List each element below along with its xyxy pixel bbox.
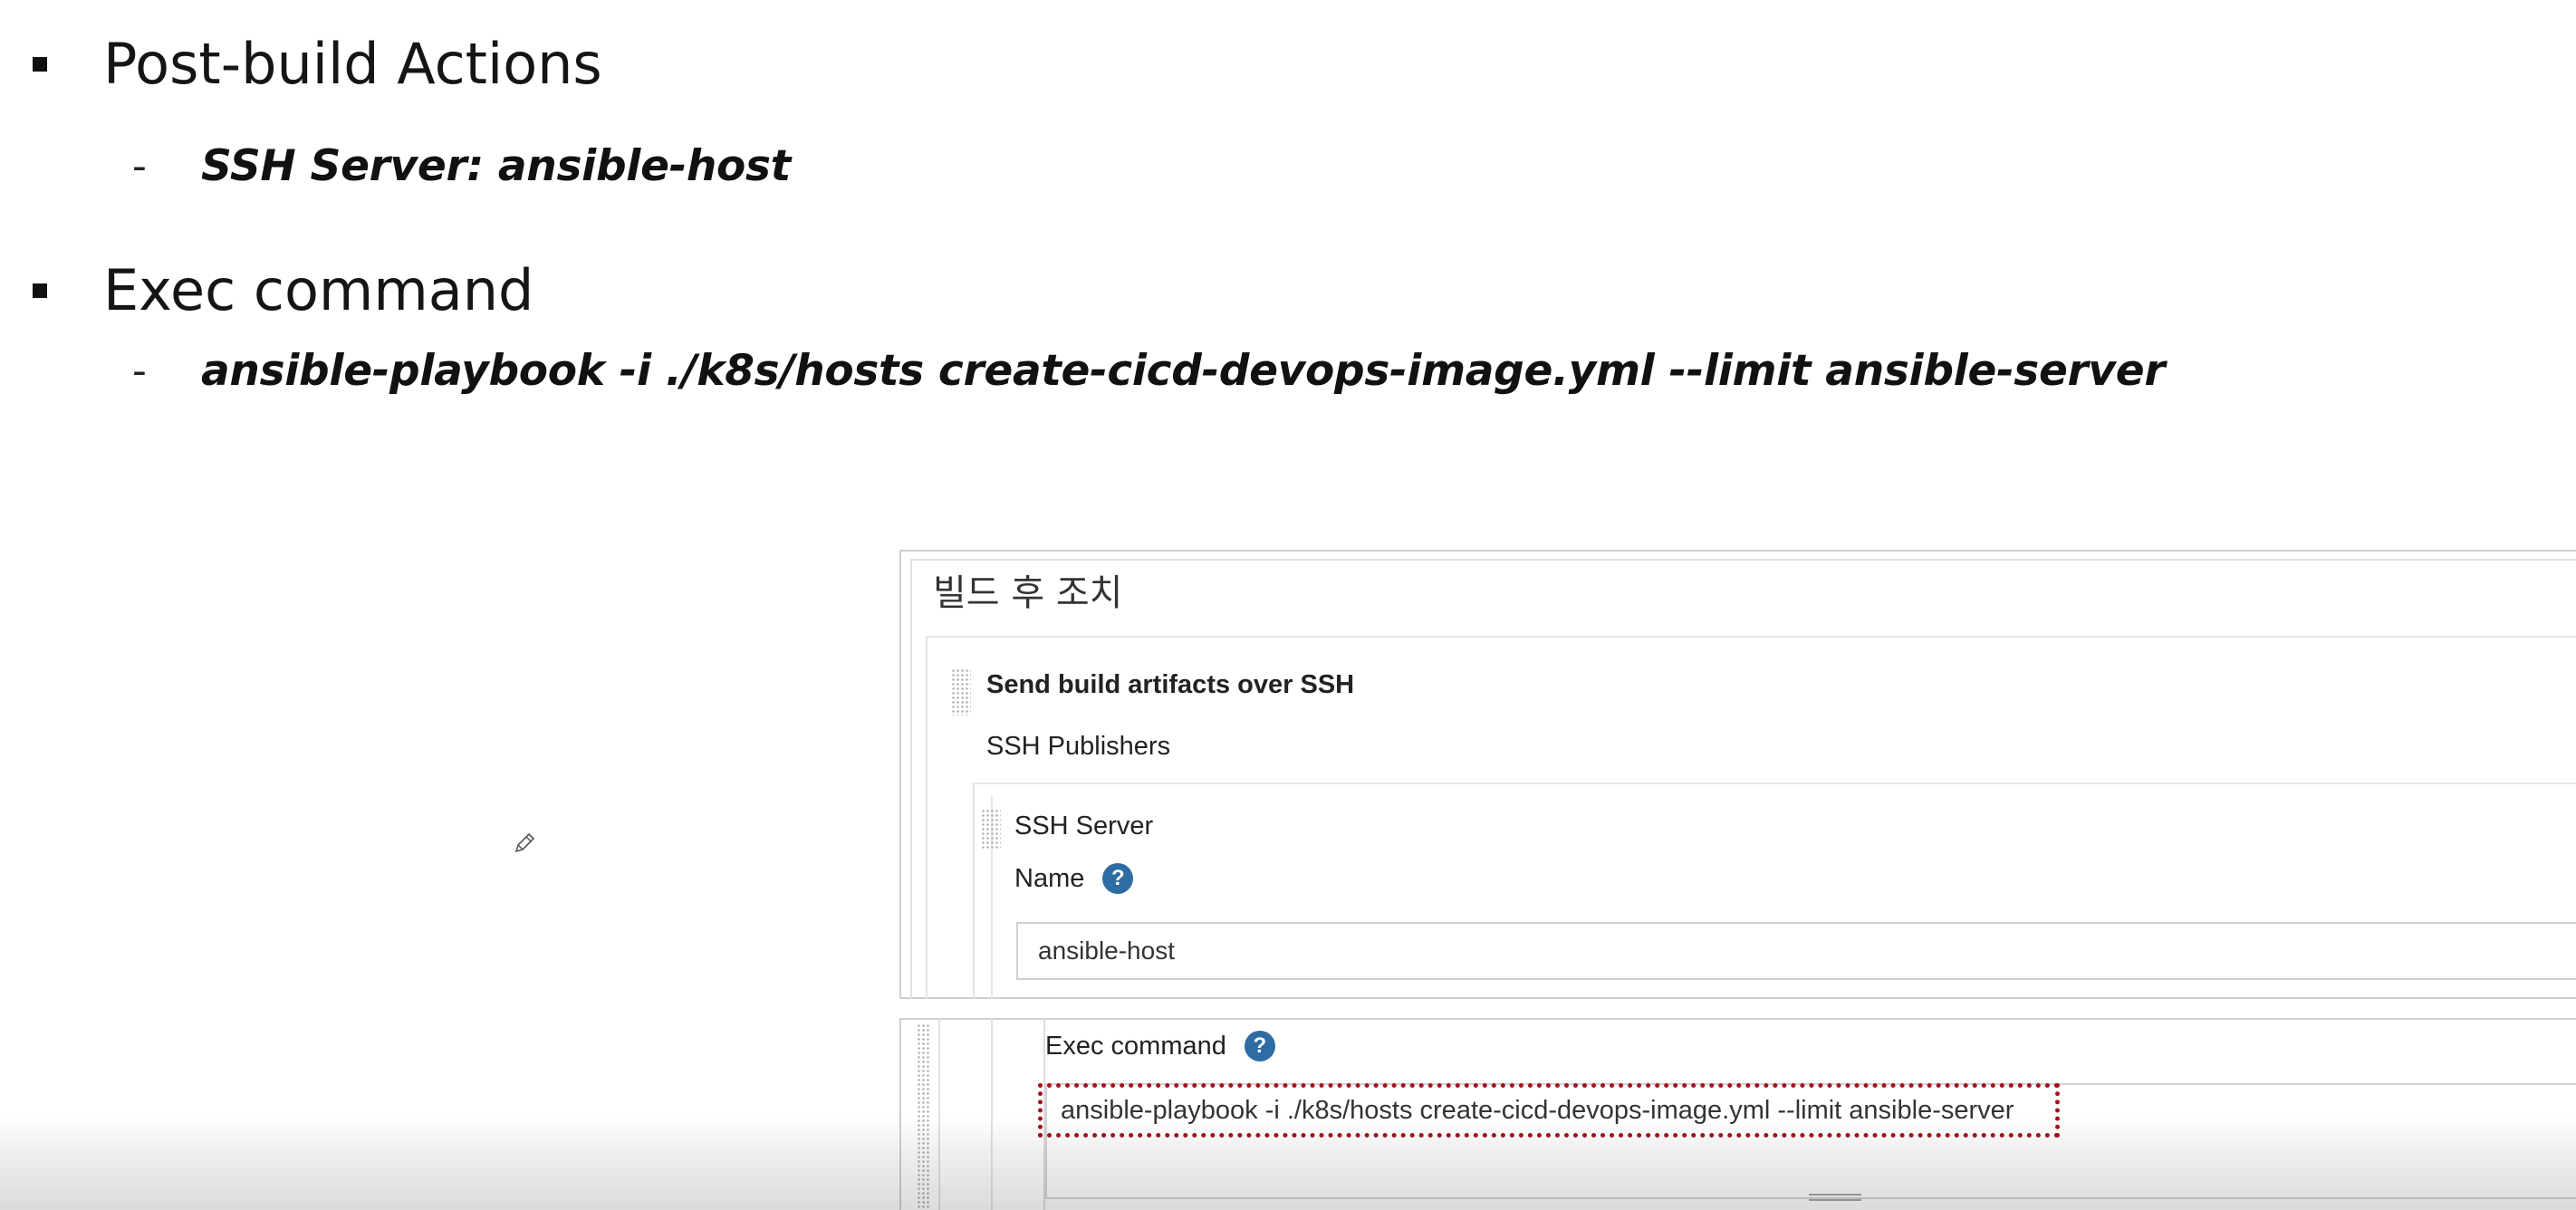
publishers-label: SSH Publishers (986, 732, 1171, 761)
sub-bullet-ssh-server: - SSH Server: ansible-host (132, 141, 791, 191)
bullet-text: Exec command (103, 257, 534, 323)
help-icon[interactable]: ? (1102, 863, 1134, 894)
exec-label-text: Exec command (1045, 1031, 1226, 1061)
nested-border (938, 1018, 940, 1210)
step-title: Send build artifacts over SSH (986, 670, 1355, 699)
exec-command-label: Exec command ? (1045, 1031, 1275, 1061)
nested-border (991, 1018, 993, 1210)
name-input[interactable]: ansible-host (1016, 922, 2576, 980)
square-bullet-icon (33, 57, 47, 72)
sub-bullet-text: ansible-playbook -i ./k8s/hosts create-c… (201, 346, 2166, 396)
bullet-text: Post-build Actions (103, 31, 602, 97)
square-bullet-icon (33, 283, 47, 298)
help-icon[interactable]: ? (1244, 1031, 1275, 1061)
pencil-cursor-icon (514, 832, 535, 853)
section-title: 빌드 후 조치 (933, 572, 1123, 614)
drag-handle-icon[interactable] (981, 809, 1001, 850)
dash: - (132, 348, 147, 394)
sub-bullet-exec-value: - ansible-playbook -i ./k8s/hosts create… (132, 346, 2166, 396)
name-field-label: Name ? (1014, 863, 1134, 894)
drag-handle-icon[interactable] (917, 1023, 931, 1210)
ssh-server-label: SSH Server (1014, 811, 1154, 840)
bullet-post-build-actions: Post-build Actions (33, 36, 602, 92)
bullet-exec-command: Exec command (33, 263, 533, 319)
exec-command-highlight: ansible-playbook -i ./k8s/hosts create-c… (1038, 1083, 2060, 1138)
name-label-text: Name (1014, 863, 1085, 893)
dash: - (132, 143, 147, 189)
resize-handle-icon[interactable] (1809, 1194, 1861, 1201)
sub-bullet-text: SSH Server: ansible-host (201, 141, 791, 191)
drag-handle-icon[interactable] (951, 668, 971, 715)
